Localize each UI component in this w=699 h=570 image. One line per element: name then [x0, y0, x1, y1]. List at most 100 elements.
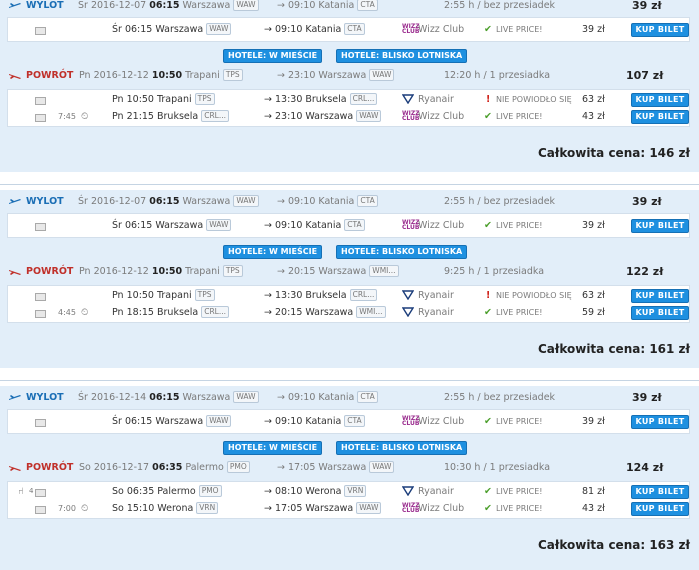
- hotels-city-button[interactable]: HOTELE: W MIEŚCIE: [223, 49, 323, 63]
- outbound-price: 39 zł: [632, 0, 662, 12]
- return-price: 124 zł: [626, 461, 664, 474]
- buy-ticket-button[interactable]: KUP BILET: [631, 289, 689, 303]
- outbound-summary-row[interactable]: WYLOT Śr 2016-12-07 06:15 Warszawa WAW → …: [0, 194, 699, 210]
- envelope-icon: [35, 506, 46, 514]
- buy-ticket-button[interactable]: KUP BILET: [631, 110, 689, 124]
- segment-price: 43 zł: [582, 503, 605, 514]
- outbound-price: 39 zł: [632, 195, 662, 208]
- clock-icon: ⏲: [81, 111, 89, 122]
- envelope-icon: [35, 223, 46, 231]
- segment-status: LIVE PRICE!: [496, 504, 543, 513]
- buy-ticket-button[interactable]: KUP BILET: [631, 93, 689, 107]
- outbound-arrival: → 09:10 Katania CTA: [277, 391, 378, 405]
- outbound-duration: 2:55 h / bez przesiadek: [444, 392, 556, 403]
- check-icon: ✔: [484, 307, 492, 318]
- envelope-icon: [35, 489, 46, 497]
- buy-ticket-button[interactable]: KUP BILET: [631, 415, 689, 429]
- wizz-logo-icon: WIZZ CLUB: [402, 219, 420, 231]
- return-summary-row[interactable]: POWRÓT Pn 2016-12-12 10:50 Trapani TPS → …: [0, 68, 699, 84]
- return-arrival: → 20:15 Warszawa WMI...: [277, 265, 399, 279]
- result-card: WYLOT Śr 2016-12-07 06:15 Warszawa WAW → …: [0, 190, 699, 368]
- segment-carrier: Ryanair: [418, 307, 454, 318]
- envelope-icon: [35, 27, 46, 35]
- clock-icon: ⏲: [81, 307, 89, 318]
- segment-departure: Pn 18:15 Bruksela CRL...: [112, 306, 229, 320]
- buy-ticket-button[interactable]: KUP BILET: [631, 502, 689, 516]
- return-duration: 9:25 h / 1 przesiadka: [444, 266, 545, 277]
- return-date: So 2016-12-17 06:35 Palermo PMO: [79, 461, 250, 475]
- total-price: Całkowita cena: 161 zł: [537, 342, 690, 356]
- return-label: POWRÓT: [26, 70, 74, 81]
- segment-status: LIVE PRICE!: [496, 417, 543, 426]
- segment-status: LIVE PRICE!: [496, 25, 543, 34]
- return-price: 107 zł: [626, 69, 664, 82]
- segment-departure: Śr 06:15 Warszawa WAW: [112, 415, 232, 429]
- outbound-duration: 2:55 h / bez przesiadek: [444, 0, 556, 11]
- segment-carrier: Wizz Club: [418, 503, 465, 514]
- layover-time: 7:00: [58, 504, 76, 513]
- envelope-icon: [35, 97, 46, 105]
- buy-ticket-button[interactable]: KUP BILET: [631, 219, 689, 233]
- envelope-icon: [35, 293, 46, 301]
- outbound-arrival: → 09:10 Katania CTA: [277, 195, 378, 209]
- outbound-duration: 2:55 h / bez przesiadek: [444, 196, 556, 207]
- hotels-airport-button[interactable]: HOTELE: BLISKO LOTNISKA: [336, 441, 468, 455]
- outbound-summary-row[interactable]: WYLOT Śr 2016-12-14 06:15 Warszawa WAW → …: [0, 390, 699, 406]
- total-price: Całkowita cena: 146 zł: [537, 146, 690, 160]
- segment-price: 63 zł: [582, 94, 605, 105]
- buy-ticket-button[interactable]: KUP BILET: [631, 23, 689, 37]
- segment-departure: Pn 10:50 Trapani TPS: [112, 289, 215, 303]
- segment-status: LIVE PRICE!: [496, 308, 543, 317]
- segment-arrival: → 08:10 Werona VRN: [264, 485, 367, 499]
- outbound-segment-panel: Śr 06:15 Warszawa WAW → 09:10 Katania CTA …: [7, 17, 690, 42]
- return-segments-panel: ⑁ 4 So 06:35 Palermo PMO → 08:10 Werona VR…: [7, 481, 690, 519]
- clock-icon: ⏲: [81, 503, 89, 514]
- wizz-logo-icon: WIZZ CLUB: [402, 502, 420, 514]
- flight-results-page: WYLOT Śr 2016-12-07 06:15 Warszawa WAW → …: [0, 0, 699, 570]
- return-summary-row[interactable]: POWRÓT Pn 2016-12-12 10:50 Trapani TPS → …: [0, 264, 699, 280]
- return-duration: 12:20 h / 1 przesiadka: [444, 70, 551, 81]
- segment-price: 81 zł: [582, 486, 605, 497]
- segment-status: NIE POWIODŁO SIĘ: [496, 291, 572, 300]
- ryanair-logo-icon: [401, 94, 415, 105]
- return-date: Pn 2016-12-12 10:50 Trapani TPS: [79, 69, 243, 83]
- segment-status: LIVE PRICE!: [496, 112, 543, 121]
- return-price: 122 zł: [626, 265, 664, 278]
- ryanair-logo-icon: [401, 486, 415, 497]
- wizz-logo-icon: WIZZ CLUB: [402, 415, 420, 427]
- segment-departure: Śr 06:15 Warszawa WAW: [112, 23, 232, 37]
- envelope-icon: [35, 114, 46, 122]
- segment-carrier: Ryanair: [418, 290, 454, 301]
- result-separator: [0, 184, 699, 185]
- return-summary-row[interactable]: POWRÓT So 2016-12-17 06:35 Palermo PMO → …: [0, 460, 699, 476]
- hotels-city-button[interactable]: HOTELE: W MIEŚCIE: [223, 441, 323, 455]
- segment-price: 39 zł: [582, 24, 605, 35]
- hotels-airport-button[interactable]: HOTELE: BLISKO LOTNISKA: [336, 245, 468, 259]
- outbound-arrival: → 09:10 Katania CTA: [277, 0, 378, 13]
- hotels-city-button[interactable]: HOTELE: W MIEŚCIE: [223, 245, 323, 259]
- segment-carrier: Wizz Club: [418, 220, 465, 231]
- plane-takeoff-icon: [8, 198, 22, 206]
- return-label: POWRÓT: [26, 266, 74, 277]
- buy-ticket-button[interactable]: KUP BILET: [631, 306, 689, 320]
- segment-arrival: → 09:10 Katania CTA: [264, 23, 365, 37]
- segment-arrival: → 13:30 Bruksela CRL...: [264, 93, 378, 107]
- segment-status: LIVE PRICE!: [496, 487, 543, 496]
- outbound-price: 39 zł: [632, 391, 662, 404]
- wizz-logo-icon: WIZZ CLUB: [402, 110, 420, 122]
- outbound-label: WYLOT: [26, 0, 64, 11]
- check-icon: ✔: [484, 220, 492, 231]
- segment-departure: Pn 10:50 Trapani TPS: [112, 93, 215, 107]
- segment-price: 39 zł: [582, 416, 605, 427]
- segment-arrival: → 17:05 Warszawa WAW: [264, 502, 382, 516]
- segment-arrival: → 20:15 Warszawa WMI...: [264, 306, 386, 320]
- return-segments-panel: Pn 10:50 Trapani TPS → 13:30 Bruksela CRL.…: [7, 285, 690, 323]
- segment-arrival: → 23:10 Warszawa WAW: [264, 110, 382, 124]
- return-segments-panel: Pn 10:50 Trapani TPS → 13:30 Bruksela CRL.…: [7, 89, 690, 127]
- segment-carrier: Ryanair: [418, 94, 454, 105]
- seat-icon: ⑁: [18, 486, 24, 497]
- hotels-airport-button[interactable]: HOTELE: BLISKO LOTNISKA: [336, 49, 468, 63]
- outbound-segment-panel: Śr 06:15 Warszawa WAW → 09:10 Katania CTA …: [7, 213, 690, 238]
- buy-ticket-button[interactable]: KUP BILET: [631, 485, 689, 499]
- outbound-summary-row[interactable]: WYLOT Śr 2016-12-07 06:15 Warszawa WAW → …: [0, 0, 699, 14]
